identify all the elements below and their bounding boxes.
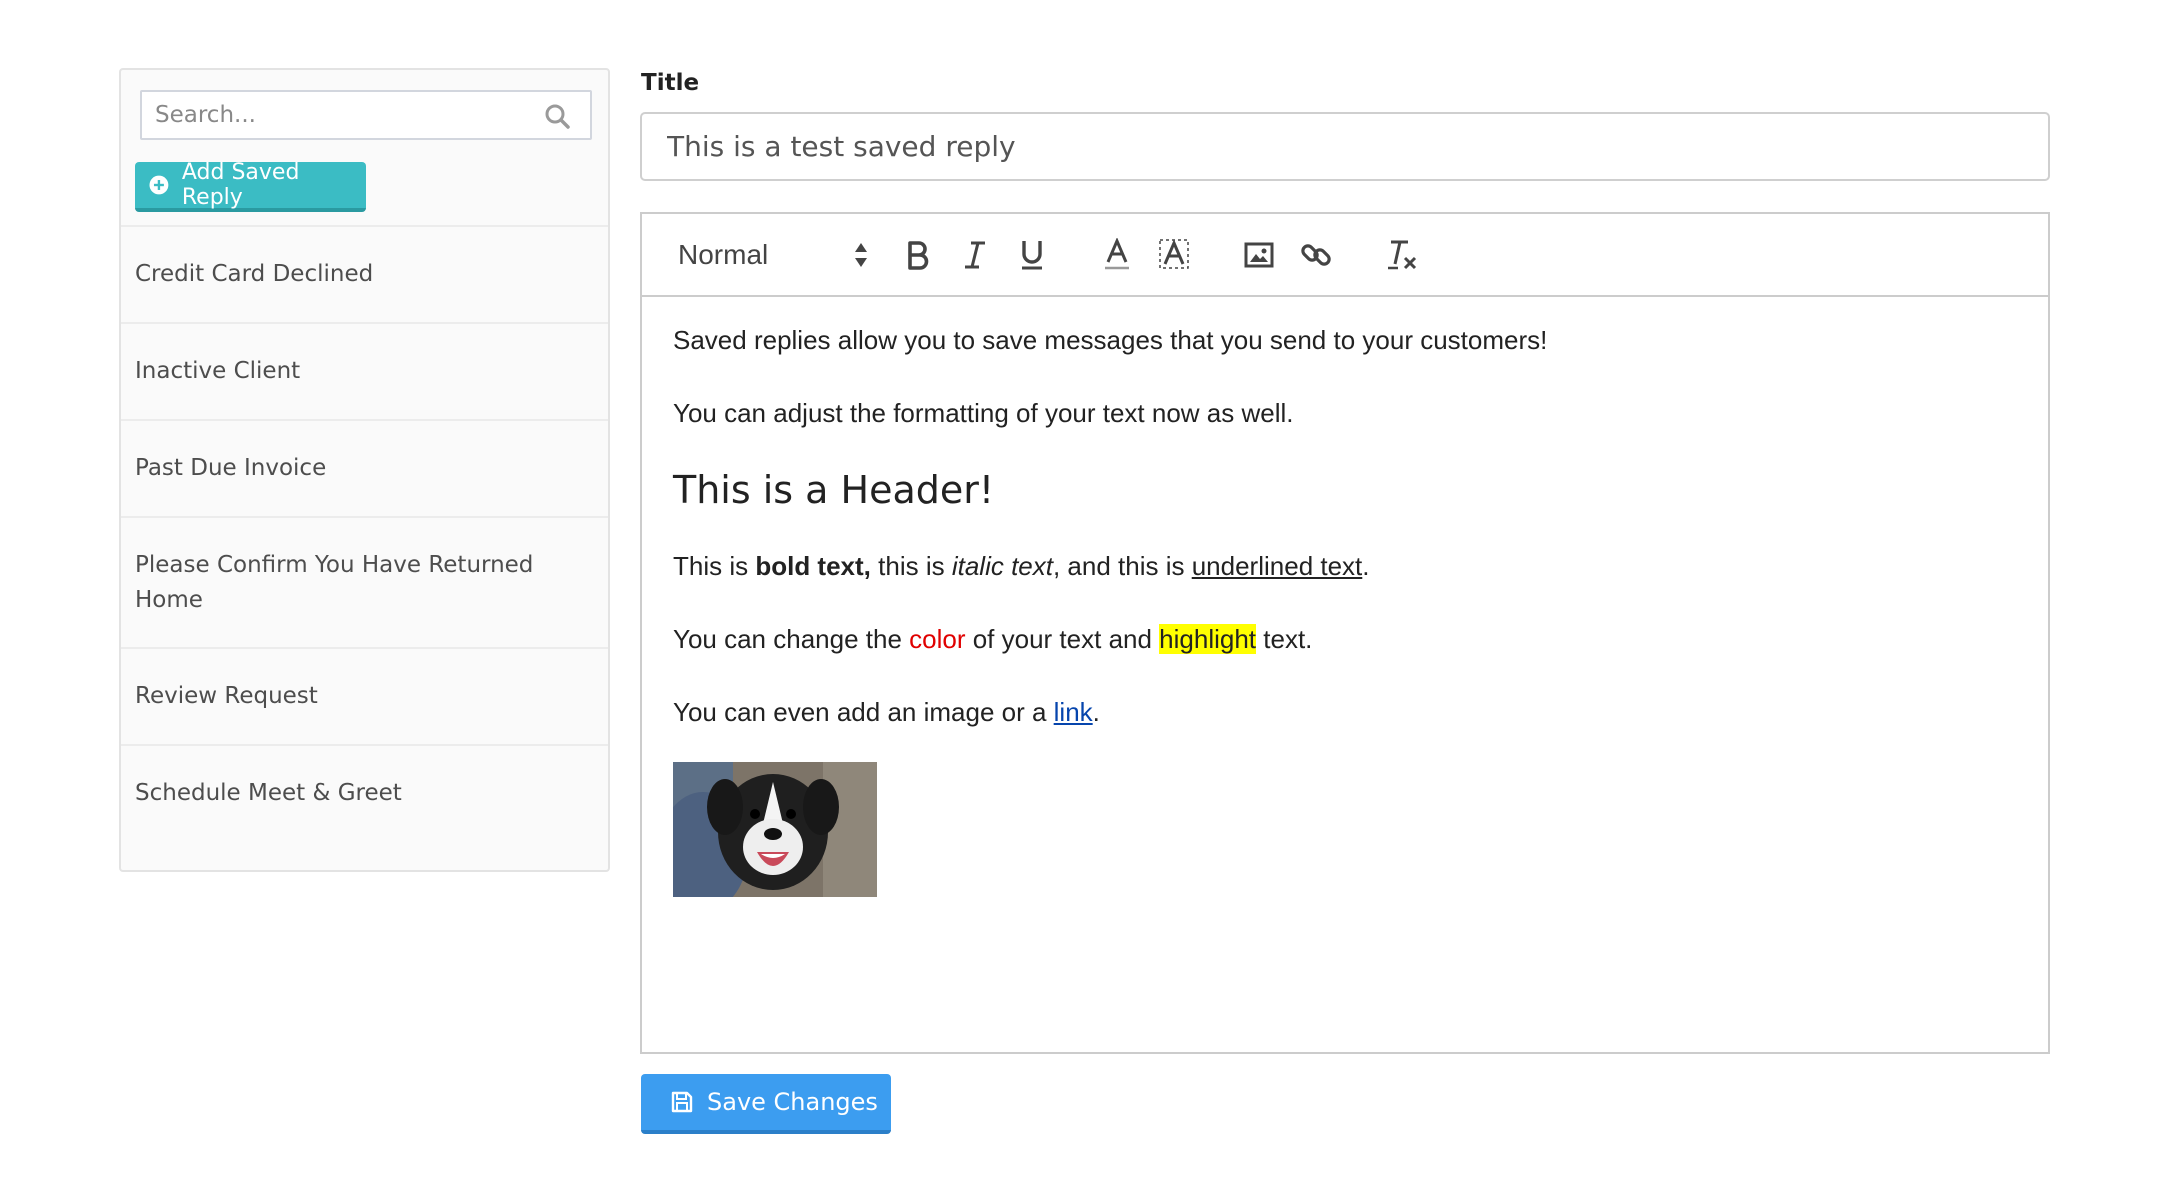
text-span: . [1362,551,1370,581]
list-item-label: Past Due Invoice [135,455,327,481]
text-span: text. [1256,624,1313,654]
paragraph-text: You can adjust the formatting of your te… [673,398,1294,428]
text-color-icon [1105,237,1129,269]
editor-toolbar: Normal [642,214,2048,297]
format-select[interactable]: Normal [678,214,868,295]
editor-content[interactable]: Saved replies allow you to save messages… [642,297,2048,923]
highlighted-text: highlight [1159,624,1257,654]
paragraph: Saved replies allow you to save messages… [673,323,2017,357]
dog-photo[interactable] [673,762,877,897]
save-changes-label: Save Changes [707,1088,878,1116]
plus-circle-icon [149,175,169,195]
list-item[interactable]: Past Due Invoice [121,419,608,516]
text-span: You can change the [673,624,910,654]
text-span: This is [673,551,756,581]
saved-reply-list: Credit Card Declined Inactive Client Pas… [121,225,608,841]
list-item[interactable]: Review Request [121,647,608,744]
paragraph-text: Saved replies allow you to save messages… [673,325,1548,355]
add-saved-reply-label: Add Saved Reply [181,160,300,210]
save-changes-button[interactable]: Save Changes [641,1074,891,1134]
list-item-label: Please Confirm You Have Returned Home [135,551,534,613]
text-color-button[interactable] [1097,214,1137,295]
underlined-text: underlined text [1191,551,1363,581]
list-item-label: Inactive Client [135,358,301,384]
bold-icon [908,240,929,270]
list-item-label: Credit Card Declined [135,261,374,287]
underline-icon [1022,240,1042,269]
paragraph: You can adjust the formatting of your te… [673,396,2017,430]
text-span: , and this is [1052,551,1192,581]
italic-button[interactable] [955,214,995,295]
title-input[interactable] [640,112,2050,181]
paragraph: This is bold text, this is italic text, … [673,549,2017,583]
link-button[interactable] [1296,214,1336,295]
image-button[interactable] [1239,214,1279,295]
select-arrows-icon [855,243,867,267]
text-span: You can even add an image or a [673,697,1054,727]
underline-button[interactable] [1012,214,1052,295]
list-item-label: Schedule Meet & Greet [135,780,402,806]
list-item[interactable]: Inactive Client [121,322,608,419]
link-icon [1301,243,1331,266]
content-link[interactable]: link [1054,697,1093,727]
background-color-icon [1159,238,1189,269]
list-item-label: Review Request [135,683,318,709]
format-select-value: Normal [678,238,769,270]
bold-text: bold text, [755,551,871,581]
text-span: . [1092,697,1100,727]
search-box [140,90,592,140]
add-saved-reply-button[interactable]: Add Saved Reply [135,160,366,212]
saved-replies-sidebar: Add Saved Reply Credit Card Declined Ina… [119,68,610,872]
list-item[interactable]: Credit Card Declined [121,225,608,322]
text-span: this is [870,551,952,581]
search-icon[interactable] [544,103,570,129]
content-header: This is a Header! [673,468,995,512]
search-input[interactable] [142,92,590,138]
paragraph: You can change the color of your text an… [673,622,2017,656]
floppy-disk-icon [671,1091,693,1113]
italic-text: italic text [951,551,1053,581]
title-label: Title [641,70,700,96]
rich-text-editor: Normal Saved replies allow you to save m… [640,212,2050,1054]
clear-format-button[interactable] [1382,214,1422,295]
text-span: of your text and [965,624,1160,654]
background-color-button[interactable] [1154,214,1194,295]
bold-button[interactable] [898,214,938,295]
list-item[interactable]: Please Confirm You Have Returned Home [121,516,608,647]
list-item[interactable]: Schedule Meet & Greet [121,744,608,841]
italic-icon [965,241,985,268]
paragraph: You can even add an image or a link. [673,695,2017,729]
colored-text: color [909,624,966,654]
image-icon [1244,242,1274,267]
clear-format-icon [1388,240,1417,269]
